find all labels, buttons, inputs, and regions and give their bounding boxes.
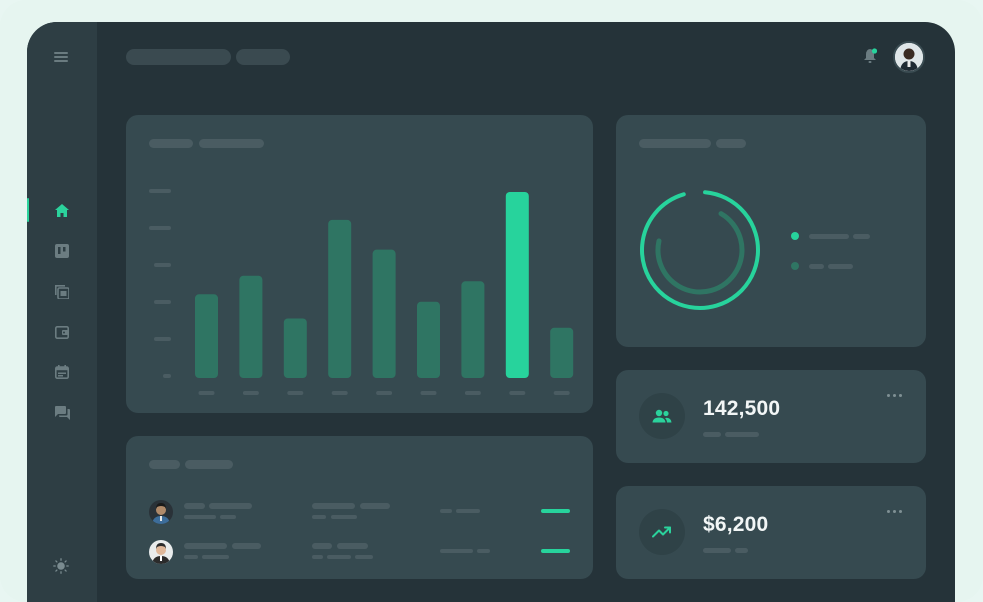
bar-1[interactable] <box>239 275 263 378</box>
legend-label-placeholder <box>809 264 824 269</box>
row-col-meta-placeholder <box>312 515 326 519</box>
user-avatar-image <box>895 43 923 71</box>
row-meta-placeholder <box>220 515 236 519</box>
legend-value-placeholder <box>853 234 870 239</box>
header-subtitle-placeholder <box>236 49 290 65</box>
bar-7[interactable] <box>505 192 529 378</box>
row-col-meta-placeholder <box>331 515 357 519</box>
legend-value-placeholder <box>828 264 853 269</box>
wallet-icon <box>55 325 69 339</box>
more-options-icon[interactable] <box>887 394 902 397</box>
row-col-meta-placeholder <box>355 555 373 559</box>
bar-6[interactable] <box>461 281 485 378</box>
sun-icon[interactable] <box>53 558 69 574</box>
bar-3[interactable] <box>328 219 352 378</box>
row-col-placeholder <box>312 543 332 549</box>
stat-caption-placeholder <box>703 548 731 553</box>
trending-up-icon <box>652 526 671 538</box>
row-col-meta-placeholder <box>327 555 351 559</box>
stat-card-revenue: $6,200 <box>616 486 926 579</box>
menu-icon[interactable] <box>54 52 68 62</box>
row-status-placeholder <box>456 509 480 513</box>
bar-2[interactable] <box>283 318 307 378</box>
row-name-placeholder <box>209 503 252 509</box>
row-col-placeholder <box>360 503 390 509</box>
users-icon <box>652 409 672 423</box>
row-avatar <box>149 540 173 564</box>
user-avatar[interactable] <box>893 41 925 73</box>
row-col-placeholder <box>337 543 368 549</box>
gallery-icon <box>55 285 69 299</box>
header-title-placeholder <box>126 49 231 65</box>
legend-label-placeholder <box>809 234 849 239</box>
table-card <box>126 436 593 579</box>
legend-marker-secondary <box>791 262 799 270</box>
stat-caption-placeholder <box>735 548 748 553</box>
row-name-placeholder <box>184 503 205 509</box>
dashboard-app: 142,500 $6,200 <box>27 22 955 602</box>
more-options-icon[interactable] <box>887 510 902 513</box>
bar-4[interactable] <box>372 249 396 378</box>
stat-value-revenue: $6,200 <box>703 513 769 536</box>
donut-chart <box>640 190 760 310</box>
stat-caption-placeholder <box>725 432 759 437</box>
table-subtitle-placeholder <box>185 460 233 469</box>
stat-icon-circle <box>639 393 685 439</box>
row-avatar <box>149 500 173 524</box>
x-tick-label-8 <box>553 391 570 395</box>
x-tick-label-6 <box>464 391 481 395</box>
stat-caption-placeholder <box>703 432 721 437</box>
bar-8[interactable] <box>550 327 574 378</box>
home-icon <box>55 203 69 217</box>
row-progress-bar <box>541 509 570 513</box>
calendar-icon <box>55 365 69 379</box>
row-meta-placeholder <box>184 515 216 519</box>
row-status-placeholder <box>440 549 473 553</box>
row-col-placeholder <box>312 503 355 509</box>
x-tick-label-3 <box>331 391 348 395</box>
row-status-placeholder <box>477 549 490 553</box>
row-col-meta-placeholder <box>312 555 323 559</box>
x-tick-label-4 <box>376 391 393 395</box>
row-status-placeholder <box>440 509 452 513</box>
row-meta-placeholder <box>202 555 229 559</box>
row-name-placeholder <box>184 543 227 549</box>
sidebar-item-home[interactable] <box>27 196 97 224</box>
donut-chart-card <box>616 115 926 347</box>
sidebar <box>27 22 97 602</box>
stat-value-users: 142,500 <box>703 397 781 420</box>
stat-card-users: 142,500 <box>616 370 926 463</box>
sidebar-item-calendar[interactable] <box>27 358 97 386</box>
board-icon <box>55 244 69 258</box>
sidebar-item-chat[interactable] <box>27 399 97 427</box>
row-progress-bar <box>541 549 570 553</box>
bar-0[interactable] <box>195 294 218 378</box>
x-tick-label-7 <box>509 391 526 395</box>
sidebar-item-wallet[interactable] <box>27 318 97 346</box>
legend-marker-primary <box>791 232 799 240</box>
chat-icon <box>54 406 70 420</box>
table-title-placeholder <box>149 460 180 469</box>
bar-5[interactable] <box>417 301 440 378</box>
sidebar-item-gallery[interactable] <box>27 278 97 306</box>
row-meta-placeholder <box>184 555 198 559</box>
bell-icon[interactable] <box>863 48 877 64</box>
x-tick-label-5 <box>420 391 437 395</box>
stat-icon-circle <box>639 509 685 555</box>
x-tick-label-2 <box>287 391 304 395</box>
x-tick-label-1 <box>242 391 259 395</box>
x-tick-label-0 <box>198 391 215 395</box>
sidebar-item-board[interactable] <box>27 237 97 265</box>
bar-chart <box>195 192 574 395</box>
row-name-placeholder <box>232 543 261 549</box>
bar-chart-card <box>126 115 593 413</box>
